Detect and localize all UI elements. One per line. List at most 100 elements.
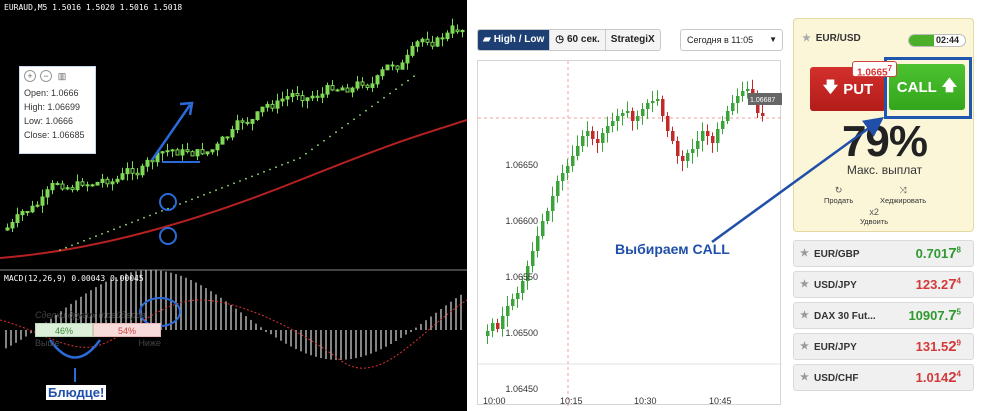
parabolic-sar-dot — [113, 228, 115, 231]
refresh-icon: ↻ — [834, 185, 843, 195]
asset-row[interactable]: ★ DAX 30 Fut... 10907.75 — [793, 302, 974, 329]
price-candle — [571, 156, 575, 166]
mt4-candle — [185, 149, 190, 153]
mt4-candle — [75, 181, 80, 191]
price-candle — [711, 136, 715, 143]
parabolic-sar-dot — [317, 144, 319, 147]
parabolic-sar-dot — [251, 175, 253, 178]
arrow-up-icon: 🡅 — [941, 76, 958, 94]
mt4-candle — [195, 149, 200, 157]
sentiment-bar: 46% 54% — [35, 323, 161, 337]
price-candle — [596, 139, 600, 143]
asset-name: EUR/GBP — [814, 249, 860, 260]
parabolic-sar-dot — [305, 152, 307, 155]
hedge-action[interactable]: ⤨ Хеджировать — [880, 185, 926, 205]
double-action[interactable]: x2 Удвоить — [860, 207, 888, 226]
star-icon[interactable]: ★ — [800, 248, 809, 259]
price-candle — [641, 109, 645, 116]
zoom-out-icon[interactable]: − — [40, 70, 52, 82]
asset-name: EUR/JPY — [814, 342, 857, 353]
active-asset-card: ★ EUR/USD 02:44 🡇 PUT CALL 🡅 1.06657 79%… — [793, 18, 974, 232]
x-tick-label: 10:00 — [483, 396, 506, 406]
parabolic-sar-dot — [65, 246, 67, 249]
asset-row[interactable]: ★ EUR/JPY 131.529 — [793, 333, 974, 360]
tab-60-sec[interactable]: ◷ 60 сек. — [550, 30, 606, 50]
parabolic-sar-dot — [89, 237, 91, 240]
annotation-circle — [159, 227, 177, 245]
price-candle — [586, 131, 590, 136]
mt4-candle — [370, 83, 375, 88]
timer-text: 02:44 — [935, 35, 959, 45]
parabolic-sar-dot — [281, 164, 283, 166]
star-icon[interactable]: ★ — [800, 310, 809, 321]
chart-type-icon[interactable]: ▥ — [56, 70, 68, 82]
tab-high-low[interactable]: ▰ High / Low — [478, 30, 551, 50]
mt4-candle — [320, 93, 325, 98]
price-candle — [646, 103, 650, 109]
price-candle — [666, 116, 670, 131]
price-candle — [531, 251, 535, 266]
ohlc-open: Open: 1.0666 — [24, 88, 79, 98]
star-icon[interactable]: ★ — [800, 372, 809, 383]
parabolic-sar-dot — [101, 233, 103, 235]
y-tick-label: 1.06650 — [505, 160, 538, 170]
price-candle — [591, 131, 595, 139]
tab-strategix[interactable]: StrategiX — [606, 30, 660, 50]
asset-name: USD/JPY — [814, 280, 857, 291]
star-icon[interactable]: ★ — [802, 33, 811, 44]
tab-label: StrategiX — [610, 34, 655, 45]
asset-row[interactable]: ★ USD/JPY 123.274 — [793, 271, 974, 298]
ohlc-close: Close: 1.06685 — [24, 130, 85, 140]
y-tick-label: 1.06500 — [505, 328, 538, 338]
mt4-candle — [80, 181, 85, 186]
hedge-icon: ⤨ — [899, 185, 907, 195]
macd-indicator-title: MACD(12,26,9) 0.00043 0.00045 — [4, 274, 144, 283]
parabolic-sar-dot — [71, 244, 73, 247]
star-icon[interactable]: ★ — [800, 341, 809, 352]
mt4-candle — [425, 38, 430, 43]
price-candle — [511, 299, 515, 306]
tab-label: 60 сек. — [566, 34, 600, 45]
current-rate-badge: 1.06657 — [852, 61, 898, 78]
parabolic-sar-dot — [95, 235, 97, 238]
asset-row[interactable]: ★ EUR/GBP 0.70178 — [793, 240, 974, 267]
mt4-chart-title: EURAUD,M5 1.5016 1.5020 1.5016 1.5018 — [4, 3, 183, 12]
price-candle — [521, 281, 525, 293]
parabolic-sar-dot — [185, 200, 187, 203]
zoom-in-icon[interactable]: + — [24, 70, 36, 82]
parabolic-sar-dot — [191, 198, 193, 201]
star-icon[interactable]: ★ — [800, 279, 809, 290]
saucer-annotation: Блюдце! — [46, 385, 107, 400]
parabolic-sar-dot — [83, 239, 85, 242]
parabolic-sar-dot — [221, 187, 223, 189]
mt4-candle — [290, 92, 295, 98]
price-candle — [706, 131, 710, 136]
price-candle — [691, 149, 695, 153]
mt4-candle — [210, 149, 215, 153]
price-candle — [741, 91, 745, 96]
asset-row[interactable]: ★ USD/CHF 1.01424 — [793, 364, 974, 391]
parabolic-sar-dot — [311, 148, 313, 151]
mt4-candle — [355, 81, 360, 89]
sentiment-down-pct: 54% — [93, 323, 161, 337]
mt4-candle — [60, 183, 65, 190]
asset-price: 131.529 — [915, 338, 961, 355]
asset-name: DAX 30 Fut... — [814, 311, 876, 322]
call-button[interactable]: CALL 🡅 — [889, 64, 965, 110]
mt4-candle — [240, 120, 245, 123]
price-candle — [661, 99, 665, 116]
parabolic-sar-dot — [335, 131, 337, 134]
parabolic-sar-dot — [389, 92, 391, 95]
mt4-candle — [295, 92, 300, 97]
x-tick-label: 10:15 — [560, 396, 583, 406]
asset-name: USD/CHF — [814, 373, 859, 384]
mt4-candle — [285, 96, 290, 100]
price-chart[interactable]: 1.06687 — [477, 60, 782, 406]
parabolic-sar-dot — [59, 249, 61, 251]
mt4-candle — [205, 151, 210, 155]
mt4-candle — [140, 165, 145, 176]
mt4-candle — [330, 84, 335, 91]
mt4-candle — [190, 151, 195, 157]
sell-action[interactable]: ↻ Продать — [824, 185, 853, 205]
expiry-time-select[interactable]: Сегодня в 11:05 ▼ — [680, 29, 783, 51]
